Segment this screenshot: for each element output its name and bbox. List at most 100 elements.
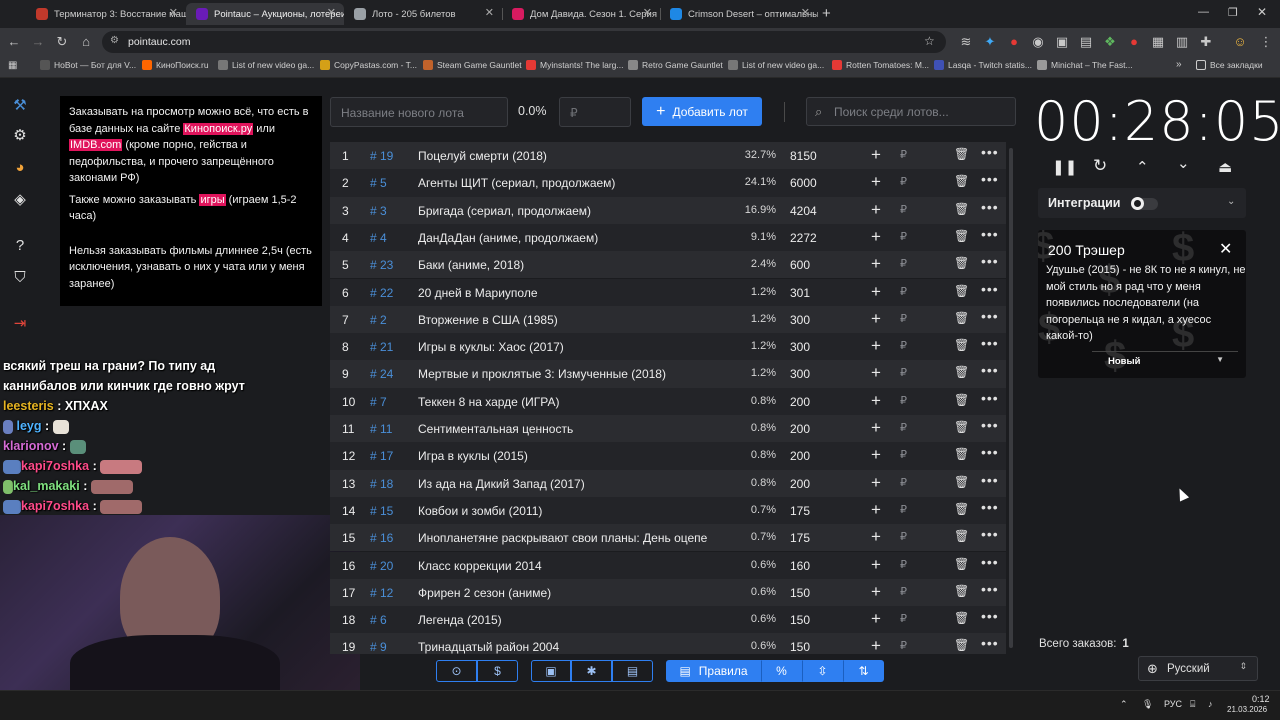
reload-icon[interactable]: ↻ (54, 34, 70, 50)
more-options-icon[interactable]: ••• (981, 390, 999, 406)
ruble-input-icon[interactable]: ₽ (900, 448, 907, 461)
close-icon[interactable]: ✕ (485, 6, 494, 19)
bookmark-item[interactable]: Retro Game Gauntlet (628, 60, 723, 70)
add-amount-icon[interactable]: + (871, 227, 881, 247)
ruble-input-icon[interactable]: ₽ (900, 558, 907, 571)
ruble-input-icon[interactable]: ₽ (900, 639, 907, 652)
browser-tab[interactable]: Crimson Desert – оптимальные ✕ (660, 3, 818, 25)
ruble-input-icon[interactable]: ₽ (900, 285, 907, 298)
delete-icon[interactable]: 🗑 (954, 311, 969, 325)
ruble-input-icon[interactable]: ₽ (900, 585, 907, 598)
lot-row[interactable]: 2 # 5 Агенты ЩИТ (сериал, продолжаем) 24.1%… (330, 169, 1006, 197)
more-options-icon[interactable]: ••• (981, 335, 999, 351)
lot-amount[interactable]: 600 (790, 258, 810, 272)
ruble-input-icon[interactable]: ₽ (900, 394, 907, 407)
delete-icon[interactable]: 🗑 (954, 638, 969, 652)
lot-amount[interactable]: 200 (790, 449, 810, 463)
lot-amount[interactable]: 6000 (790, 176, 817, 190)
browser-tab[interactable]: Лото - 205 билетов ✕ (344, 3, 502, 25)
lot-name[interactable]: Фрирен 2 сезон (аниме) (418, 586, 728, 600)
lot-row[interactable]: 9 # 24 Мертвые и проклятые 3: Измученные (… (330, 360, 1006, 388)
ruble-input-icon[interactable]: ₽ (900, 339, 907, 352)
auction-hammer-icon[interactable]: ⚒ (10, 96, 30, 116)
add-amount-icon[interactable]: + (871, 309, 881, 329)
ruble-input-icon[interactable]: ₽ (900, 476, 907, 489)
kinopoisk-link[interactable]: Кинопоиск.ру (183, 122, 254, 135)
site-info-icon[interactable]: ⚙ (110, 35, 119, 46)
games-link[interactable]: игры (199, 193, 226, 206)
delete-icon[interactable]: 🗑 (954, 447, 969, 461)
delete-icon[interactable]: 🗑 (954, 365, 969, 379)
bookmark-star-icon[interactable]: ☆ (924, 34, 935, 48)
delete-icon[interactable]: 🗑 (954, 202, 969, 216)
delete-icon[interactable]: 🗑 (954, 147, 969, 161)
network-icon[interactable]: ⌸ (1190, 699, 1195, 710)
lot-name[interactable]: Теккен 8 на харде (ИГРА) (418, 395, 728, 409)
add-amount-icon[interactable]: + (871, 636, 881, 654)
lot-name[interactable]: 20 дней в Мариуполе (418, 286, 728, 300)
lot-amount[interactable]: 150 (790, 613, 810, 627)
lot-amount[interactable]: 200 (790, 395, 810, 409)
lot-amount[interactable]: 200 (790, 477, 810, 491)
bookmark-item[interactable]: Rotten Tomatoes: M... (832, 60, 929, 70)
bookmark-item[interactable]: Minichat – The Fast... (1037, 60, 1133, 70)
lot-row[interactable]: 14 # 15 Ковбои и зомби (2011) 0.7% 175 + ₽ 🗑 ••• (330, 496, 1006, 525)
more-options-icon[interactable]: ••• (981, 226, 999, 242)
help-icon[interactable]: ? (10, 236, 30, 256)
more-options-icon[interactable]: ••• (981, 199, 999, 215)
lot-name[interactable]: Мертвые и проклятые 3: Измученные (2018) (418, 367, 728, 381)
compact-view-button[interactable]: ⇳ (802, 660, 843, 682)
profile-avatar[interactable]: ☺ (1232, 34, 1248, 50)
extension-icon[interactable]: ▤ (1078, 34, 1094, 50)
logout-icon[interactable]: ⇥ (10, 314, 30, 334)
imdb-link[interactable]: IMDB.com (69, 139, 123, 151)
ruble-input-icon[interactable]: ₽ (900, 175, 907, 188)
add-amount-icon[interactable]: + (871, 527, 881, 547)
address-bar[interactable]: ⚙ pointauc.com ☆ (102, 31, 946, 53)
bookmark-item[interactable]: Myinstants! The larg... (526, 60, 623, 70)
delete-icon[interactable]: 🗑 (954, 393, 969, 407)
extension-icon[interactable]: ▦ (1150, 34, 1166, 50)
delete-icon[interactable]: 🗑 (954, 284, 969, 298)
lot-row[interactable]: 8 # 21 Игры в куклы: Хаос (2017) 1.2% 300 + ₽ 🗑… (330, 333, 1006, 361)
add-amount-icon[interactable]: + (871, 200, 881, 220)
new-lot-price-input[interactable]: ₽ (559, 97, 631, 127)
lot-row[interactable]: 16 # 20 Класс коррекции 2014 0.6% 160 + ₽ 🗑 ••• (330, 551, 1006, 579)
more-options-icon[interactable]: ••• (981, 308, 999, 324)
lot-name[interactable]: Игры в куклы: Хаос (2017) (418, 340, 728, 354)
back-icon[interactable]: ← (6, 34, 22, 50)
clock-time[interactable]: 0:12 (1252, 694, 1270, 704)
delete-icon[interactable]: 🗑 (954, 529, 969, 543)
microphone-icon[interactable]: 🎙 (1142, 699, 1153, 710)
lot-amount[interactable]: 200 (790, 422, 810, 436)
more-options-icon[interactable]: ••• (981, 444, 999, 460)
more-options-icon[interactable]: ••• (981, 362, 999, 378)
delete-icon[interactable]: 🗑 (954, 557, 969, 571)
add-lot-button[interactable]: + Добавить лот (642, 97, 762, 126)
lot-name[interactable]: Игра в куклы (2015) (418, 449, 728, 463)
github-button[interactable]: ⊙ (436, 660, 477, 682)
close-icon[interactable]: ✕ (1219, 239, 1232, 259)
more-options-icon[interactable]: ••• (981, 144, 999, 160)
ruble-input-icon[interactable]: ₽ (900, 312, 907, 325)
bookmark-item[interactable]: List of new video gа... (218, 60, 314, 70)
lot-amount[interactable]: 300 (790, 313, 810, 327)
chevron-up-icon[interactable]: ⌃ (1136, 158, 1149, 176)
bookmark-item[interactable]: КиноПоиск.ru (142, 60, 209, 70)
delete-icon[interactable]: 🗑 (954, 420, 969, 434)
lot-amount[interactable]: 301 (790, 286, 810, 300)
bug-report-button[interactable]: ✱ (571, 660, 612, 682)
lot-row[interactable]: 11 # 11 Сентиментальная ценность 0.8% 200 + ₽ 🗑… (330, 415, 1006, 443)
pie-chart-icon[interactable]: ◕ (10, 158, 30, 178)
more-options-icon[interactable]: ••• (981, 472, 999, 488)
home-icon[interactable]: ⌂ (78, 34, 94, 50)
lot-name[interactable]: Ковбои и зомби (2011) (418, 504, 728, 518)
delete-icon[interactable]: 🗑 (954, 611, 969, 625)
add-amount-icon[interactable]: + (871, 555, 881, 575)
lot-row[interactable]: 3 # 3 Бригада (сериал, продолжаем) 16.9% 420… (330, 196, 1006, 224)
extension-icon[interactable]: ▥ (1174, 34, 1190, 50)
minimize-icon[interactable]: — (1198, 6, 1209, 18)
integrations-panel[interactable]: Интеграции ⌄ (1038, 188, 1246, 218)
ruble-input-icon[interactable]: ₽ (900, 148, 907, 161)
bookmark-item[interactable]: CopyPastas.com - T... (320, 60, 417, 70)
